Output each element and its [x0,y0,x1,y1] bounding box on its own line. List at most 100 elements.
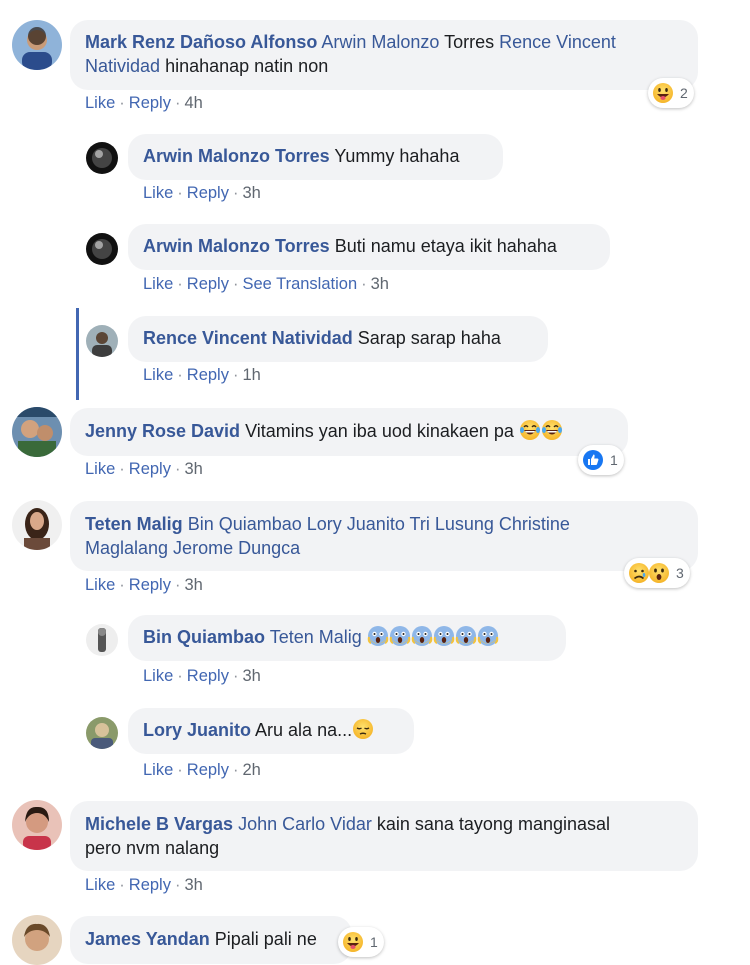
like-link[interactable]: Like [143,667,173,685]
timestamp[interactable]: 1h [242,366,260,384]
like-link[interactable]: Like [85,576,115,594]
timestamp[interactable]: 3h [184,876,202,894]
separator: · [119,460,125,478]
timestamp[interactable]: 3h [184,576,202,594]
scream-emoji-icon [433,625,455,647]
reaction-summary[interactable]: 3 [624,558,690,588]
comment-author[interactable]: Arwin Malonzo Torres [143,236,330,256]
like-link[interactable]: Like [85,94,115,112]
avatar[interactable] [12,407,62,457]
like-link[interactable]: Like [143,184,173,202]
comment-bubble: Bin Quiambao Teten Malig [128,615,566,661]
avatar[interactable] [12,915,62,965]
avatar[interactable] [86,142,118,174]
reply-link[interactable]: Reply [187,667,229,685]
like-link[interactable]: Like [143,761,173,779]
avatar[interactable] [86,717,118,749]
comment-author[interactable]: Lory Juanito [143,720,251,740]
reaction-summary[interactable]: 1 [578,445,624,475]
timestamp[interactable]: 4h [184,94,202,112]
scream-emoji-icon [367,625,389,647]
comment-author[interactable]: Mark Renz Dañoso Alfonso [85,32,317,52]
timestamp[interactable]: 3h [242,184,260,202]
comment-text: Torres [444,32,495,52]
comment-text: Pipali pali ne [214,929,317,949]
reply-link[interactable]: Reply [129,94,171,112]
reply-link[interactable]: Reply [129,876,171,894]
separator: · [119,94,125,112]
reply-link[interactable]: Reply [187,184,229,202]
avatar[interactable] [12,20,62,70]
comment-actions: Like · Reply · 3h [85,460,203,479]
scream-emoji-icon [389,625,411,647]
like-link[interactable]: Like [143,275,173,293]
timestamp[interactable]: 3h [184,460,202,478]
reply-link[interactable]: Reply [129,576,171,594]
comment-text: Buti namu etaya ikit hahaha [334,236,557,256]
separator: · [177,184,183,202]
mention[interactable]: Teten Malig [270,627,362,647]
separator: · [177,761,183,779]
mention[interactable]: John Carlo Vidar [238,814,372,834]
separator: · [232,667,239,685]
comment-author[interactable]: Rence Vincent Natividad [143,328,353,348]
comment-text: Yummy hahaha [334,146,460,166]
comment-author[interactable]: Jenny Rose David [85,421,240,441]
comment-actions: Like · Reply · 3h [143,667,261,686]
comment-author[interactable]: Michele B Vargas [85,814,233,834]
comment-bubble: James Yandan Pipali pali ne [70,916,352,964]
timestamp[interactable]: 3h [371,275,389,293]
see-translation-link[interactable]: See Translation [242,275,357,293]
comment-text: Sarap sarap haha [357,328,501,348]
comment-actions: Like · Reply · 3h [143,184,261,203]
comment-author[interactable]: Bin Quiambao [143,627,265,647]
separator: · [232,275,239,293]
avatar[interactable] [12,800,62,850]
comment-author[interactable]: Teten Malig [85,514,183,534]
reply-link[interactable]: Reply [129,460,171,478]
comment-actions: Like · Reply · See Translation · 3h [143,275,389,294]
laugh-cry-emoji-icon [541,419,563,441]
separator: · [174,94,181,112]
separator: · [177,275,183,293]
like-link[interactable]: Like [85,460,115,478]
comment-actions: Like · Reply · 3h [85,576,203,595]
comment-bubble: Michele B Vargas John Carlo Vidar kain s… [70,801,698,871]
like-link[interactable]: Like [85,876,115,894]
reaction-count: 1 [370,934,378,950]
mention[interactable]: Maglalang Jerome Dungca [85,538,300,558]
separator: · [361,275,367,293]
avatar[interactable] [12,500,62,550]
avatar[interactable] [86,325,118,357]
reaction-count: 1 [610,452,618,468]
timestamp[interactable]: 2h [242,761,260,779]
tongue-emoji-icon [342,931,364,953]
mention[interactable]: Bin Quiambao Lory Juanito Tri Lusung Chr… [188,514,570,534]
comment-bubble: Lory Juanito Aru ala na... [128,708,414,754]
reaction-summary[interactable]: 1 [338,927,384,957]
comment-actions: Like · Reply · 3h [85,876,203,895]
avatar[interactable] [86,624,118,656]
laugh-cry-emoji-icon [519,419,541,441]
comment-bubble: Jenny Rose David Vitamins yan iba uod ki… [70,408,628,456]
comment-author[interactable]: James Yandan [85,929,210,949]
comment-text: Vitamins yan iba uod kinakaen pa [245,421,514,441]
reply-link[interactable]: Reply [187,761,229,779]
like-link[interactable]: Like [143,366,173,384]
wow-emoji-icon [648,562,670,584]
reaction-summary[interactable]: 2 [648,78,694,108]
scream-emoji-icon [477,625,499,647]
reply-link[interactable]: Reply [187,366,229,384]
mention[interactable]: Arwin Malonzo [321,32,439,52]
comment-bubble: Arwin Malonzo Torres Yummy hahaha [128,134,503,180]
separator: · [119,876,125,894]
comment-author[interactable]: Arwin Malonzo Torres [143,146,330,166]
avatar[interactable] [86,233,118,265]
separator: · [174,460,181,478]
mention[interactable]: Natividad [85,56,160,76]
timestamp[interactable]: 3h [242,667,260,685]
mention[interactable]: Rence Vincent [499,32,616,52]
comment-text: hinahanap natin non [165,56,329,76]
reply-link[interactable]: Reply [187,275,229,293]
tongue-emoji-icon [652,82,674,104]
